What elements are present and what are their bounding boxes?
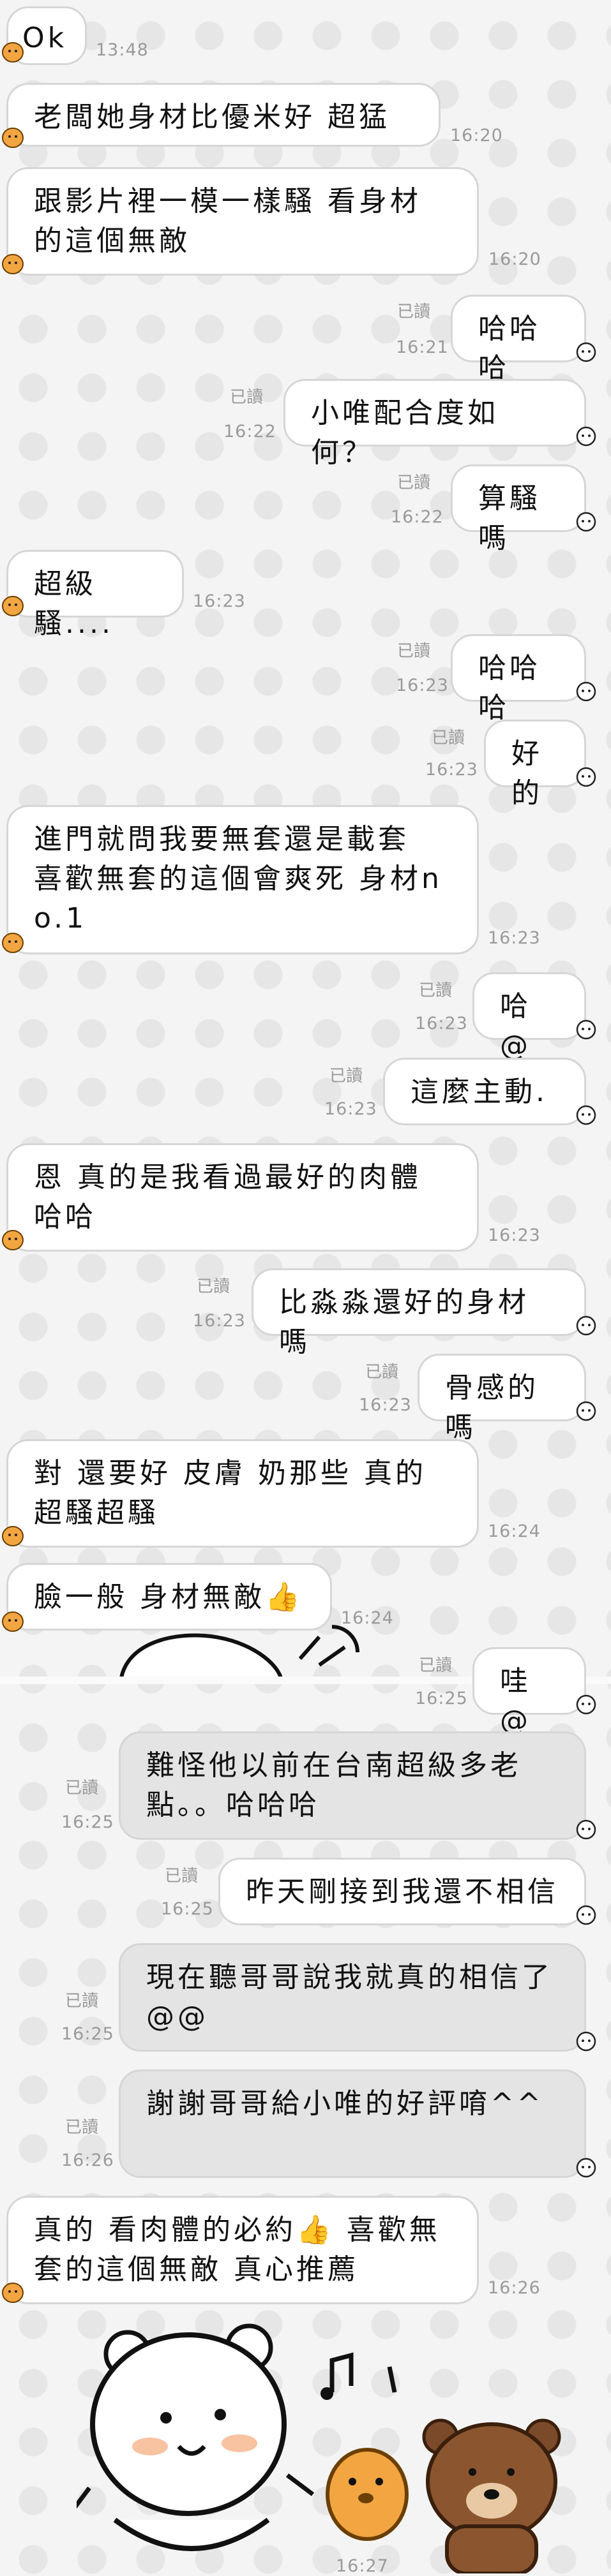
ghost-avatar-icon: [576, 1905, 596, 1925]
read-receipt: 已讀: [397, 473, 431, 492]
read-receipt: 已讀: [397, 302, 431, 322]
message-bubble-outgoing[interactable]: 好的: [484, 720, 586, 810]
message-timestamp: 16:22: [391, 507, 444, 527]
read-receipt: 已讀: [419, 1656, 453, 1675]
message-bubble-outgoing[interactable]: 謝謝哥哥給小唯的好評唷^^: [119, 2069, 586, 2178]
message-bubble-incoming[interactable]: 恩 真的是我看過最好的肉體 哈哈: [6, 1143, 479, 1252]
ghost-avatar-icon: [576, 1401, 596, 1421]
message-timestamp: 16:23: [488, 1225, 541, 1245]
read-receipt: 已讀: [65, 2118, 99, 2137]
chick-avatar-icon: [2, 2283, 24, 2303]
chick-avatar-icon: [2, 1526, 24, 1546]
ghost-avatar-icon: [576, 1315, 596, 1336]
read-receipt: 已讀: [432, 729, 465, 748]
message-bubble-outgoing[interactable]: 難怪他以前在台南超級多老點。。哈哈哈: [119, 1731, 586, 1840]
message-bubble-outgoing[interactable]: 骨感的嗎: [418, 1354, 586, 1444]
message-timestamp: 16:20: [488, 249, 541, 269]
bear-chick-music-sticker[interactable]: [77, 2309, 587, 2573]
message-timestamp: 16:25: [61, 2024, 114, 2044]
message-bubble-outgoing[interactable]: 哈哈哈: [451, 295, 586, 385]
read-receipt: 已讀: [65, 1992, 99, 2011]
message-bubble-incoming[interactable]: 跟影片裡一模一樣騷 看身材的這個無敵: [6, 167, 479, 276]
ghost-avatar-icon: [576, 1019, 596, 1040]
message-timestamp: 16:23: [415, 1014, 468, 1033]
message-timestamp: 16:23: [396, 676, 449, 695]
chick-avatar-icon: [2, 128, 24, 148]
message-bubble-outgoing[interactable]: 哈哈哈: [451, 634, 586, 724]
message-timestamp: 16:23: [488, 928, 541, 948]
message-bubble-outgoing[interactable]: 哈@@: [472, 972, 586, 1102]
chick-avatar-icon: [2, 254, 24, 274]
read-receipt: 已讀: [419, 981, 453, 1000]
message-timestamp: 16:23: [193, 1311, 246, 1331]
message-bubble-outgoing[interactable]: 比淼淼還好的身材嗎: [252, 1268, 586, 1358]
message-timestamp: 16:24: [488, 1521, 541, 1541]
ghost-avatar-icon: [576, 1819, 596, 1840]
chick-avatar-icon: [2, 1230, 24, 1250]
message-timestamp: 16:21: [396, 337, 449, 357]
read-receipt: 已讀: [197, 1277, 230, 1296]
message-bubble-incoming[interactable]: 老闆她身材比優米好 超猛: [6, 83, 441, 147]
chick-avatar-icon: [2, 1611, 24, 1632]
chick-avatar-icon: [2, 42, 24, 63]
chick-icon: [326, 2448, 409, 2541]
brown-bear-icon: [422, 2418, 561, 2573]
chick-avatar-icon: [2, 933, 24, 953]
message-bubble-outgoing[interactable]: 昨天剛接到我還不相信: [218, 1858, 586, 1925]
message-timestamp: 16:23: [425, 760, 478, 780]
message-timestamp: 16:26: [61, 2150, 114, 2170]
message-bubble-incoming[interactable]: 進門就問我要無套還是載套 喜歡無套的這個會爽死 身材no.1: [6, 805, 479, 954]
read-receipt: 已讀: [230, 388, 264, 407]
message-bubble-incoming[interactable]: 超級騷....: [6, 550, 184, 640]
message-bubble-outgoing[interactable]: 小唯配合度如何？: [283, 379, 586, 469]
read-receipt: 已讀: [165, 1867, 199, 1886]
message-bubble-outgoing[interactable]: 算騷嗎: [451, 464, 586, 554]
sticker-peek: [119, 1625, 359, 1678]
ghost-avatar-icon: [576, 1694, 596, 1715]
message-timestamp: 16:23: [359, 1395, 412, 1415]
ghost-avatar-icon: [576, 342, 596, 362]
message-timestamp: 16:25: [61, 1812, 114, 1832]
read-receipt: 已讀: [65, 1779, 99, 1798]
read-receipt: 已讀: [365, 1363, 399, 1382]
message-timestamp: 13:48: [96, 40, 149, 60]
chick-avatar-icon: [2, 596, 24, 616]
ghost-avatar-icon: [576, 2031, 596, 2052]
message-timestamp: 16:22: [223, 422, 276, 441]
message-timestamp: 16:23: [193, 591, 246, 611]
message-timestamp: 16:23: [324, 1099, 377, 1119]
ghost-avatar-icon: [576, 426, 596, 447]
message-timestamp: 16:20: [450, 126, 503, 145]
ghost-avatar-icon: [576, 767, 596, 787]
message-timestamp: 16:26: [488, 2278, 541, 2298]
white-bear-icon: [77, 2323, 315, 2551]
ghost-avatar-icon: [576, 1105, 596, 1125]
message-timestamp: 16:25: [415, 1689, 468, 1708]
ghost-avatar-icon: [576, 512, 596, 532]
message-bubble-outgoing[interactable]: 這麼主動.: [383, 1058, 586, 1125]
message-timestamp: 16:25: [161, 1899, 214, 1919]
read-receipt: 已讀: [329, 1067, 363, 1086]
read-receipt: 已讀: [397, 642, 431, 661]
message-bubble-incoming[interactable]: 對 還要好 皮膚 奶那些 真的超騷超騷: [6, 1439, 479, 1548]
message-bubble-incoming[interactable]: 真的 看肉體的必約👍 喜歡無套的這個無敵 真心推薦: [6, 2196, 479, 2304]
message-bubble-outgoing[interactable]: 現在聽哥哥說我就真的相信了@@: [119, 1943, 586, 2052]
ghost-avatar-icon: [576, 2158, 596, 2178]
ghost-avatar-icon: [576, 681, 596, 702]
message-bubble-outgoing[interactable]: 哇@@: [472, 1647, 586, 1777]
